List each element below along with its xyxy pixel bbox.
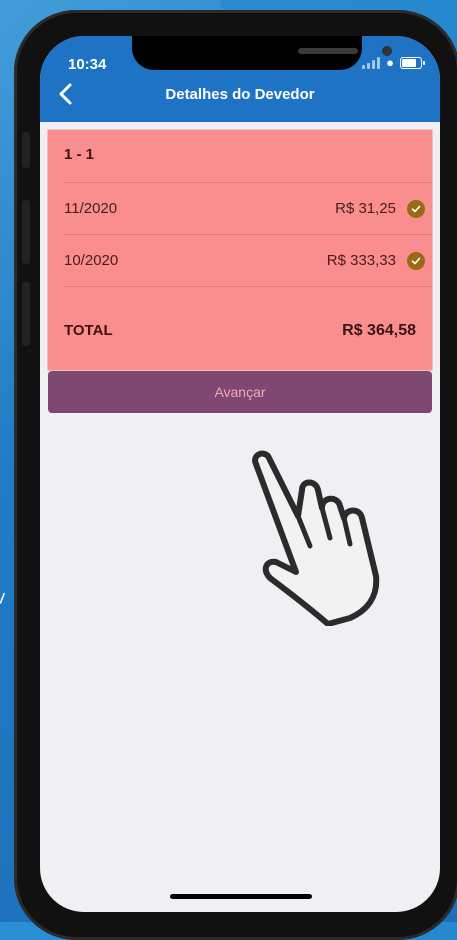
list-item[interactable]: 10/2020 R$ 333,33 [48, 234, 432, 286]
pointer-hand-icon [252, 450, 380, 626]
status-time: 10:34 [68, 56, 107, 73]
volume-down-button [22, 282, 30, 346]
check-circle-icon [407, 252, 425, 270]
battery-icon [400, 57, 425, 69]
amount-value: R$ 31,25 [335, 200, 396, 217]
volume-up-button [22, 200, 30, 264]
amount-value: R$ 333,33 [326, 252, 396, 269]
total-label: TOTAL [64, 322, 113, 339]
home-indicator [170, 894, 312, 899]
mute-switch [22, 132, 30, 168]
status-icons: ● [362, 55, 425, 70]
debt-details-card: 1 - 1 11/2020 R$ 31,25 10/2020 R$ 333,33… [48, 130, 432, 370]
page-title: Detalhes do Devedor [165, 86, 315, 103]
period-label: 10/2020 [64, 252, 119, 269]
wifi-icon: ● [386, 55, 394, 70]
divider [64, 286, 432, 287]
phone-screen: 10:34 ● Detalhes do Devedor 1 - 1 11/202… [40, 36, 440, 912]
list-item[interactable]: 11/2020 R$ 31,25 [48, 182, 432, 234]
period-label: 11/2020 [64, 200, 118, 217]
card-heading: 1 - 1 [64, 146, 95, 163]
speaker-grille [298, 48, 358, 54]
advance-button[interactable]: Avançar [48, 371, 432, 413]
total-amount: R$ 364,58 [342, 322, 416, 339]
front-camera [382, 46, 392, 56]
background-fragment: / [0, 590, 4, 606]
signal-icon [362, 57, 381, 69]
check-circle-icon [407, 200, 425, 218]
device-notch [132, 36, 392, 70]
